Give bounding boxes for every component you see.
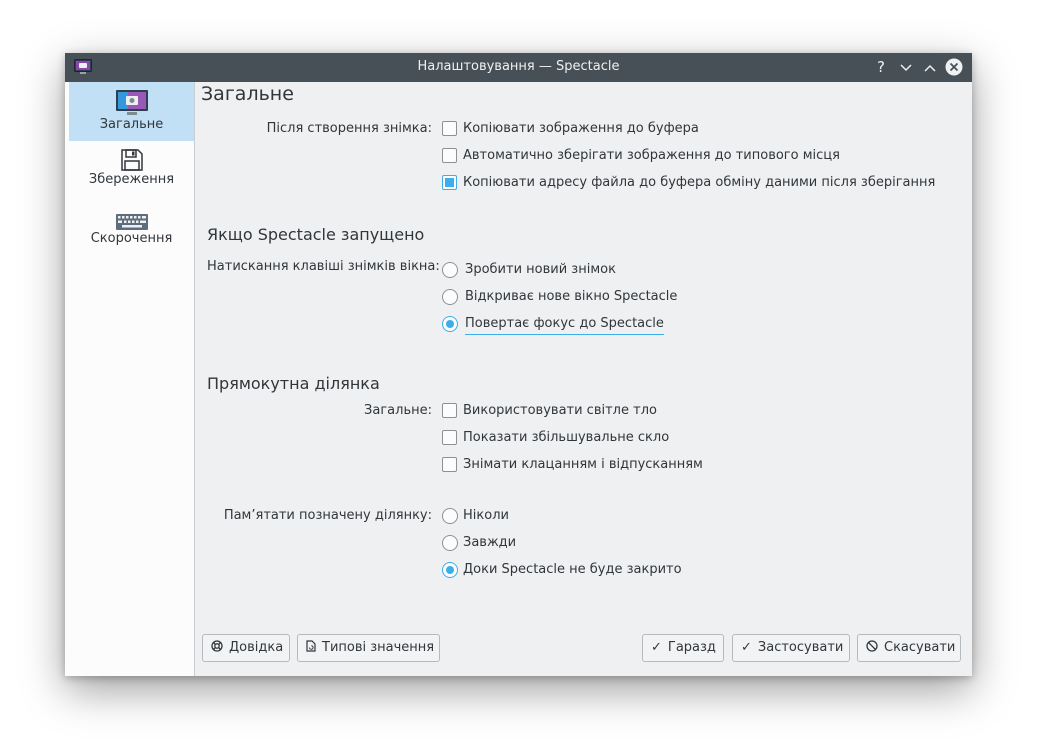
radio-circle[interactable] — [442, 316, 458, 332]
page-title: Загальне — [201, 83, 294, 105]
maximize-icon[interactable] — [920, 57, 940, 77]
checkmark-icon: ✓ — [741, 640, 752, 655]
sidebar-item-label: Збереження — [88, 172, 175, 187]
radio-circle[interactable] — [442, 562, 458, 578]
keyboard-icon — [115, 214, 148, 230]
help-button[interactable]: Довідка — [202, 634, 290, 662]
radio-circle[interactable] — [442, 289, 458, 305]
sidebar-item-saving[interactable]: Збереження — [69, 148, 194, 200]
checkbox-box[interactable] — [442, 403, 457, 418]
cancel-button[interactable]: Скасувати — [857, 634, 961, 662]
radio-circle[interactable] — [442, 262, 458, 278]
checkbox-box[interactable] — [442, 175, 457, 190]
title-bar[interactable]: Налаштовування — Spectacle ? — [65, 53, 972, 82]
sidebar-item-label: Скорочення — [90, 231, 173, 246]
defaults-button[interactable]: Типові значення — [297, 634, 440, 662]
document-reset-icon — [306, 635, 316, 661]
checkmark-icon: ✓ — [651, 640, 662, 655]
section-title-running: Якщо Spectacle запущено — [207, 225, 425, 244]
minimize-icon[interactable] — [896, 57, 916, 77]
floppy-disk-icon — [120, 149, 143, 171]
settings-window: Налаштовування — Spectacle ? Загальне Зб… — [65, 53, 972, 676]
window-title: Налаштовування — Spectacle — [417, 59, 620, 74]
checkbox-box[interactable] — [442, 457, 457, 472]
apply-button[interactable]: ✓ Застосувати — [732, 634, 850, 662]
checkbox-box[interactable] — [442, 121, 457, 136]
checkbox-box[interactable] — [442, 148, 457, 163]
help-icon[interactable]: ? — [871, 57, 891, 77]
sidebar-item-shortcuts[interactable]: Скорочення — [69, 213, 194, 265]
monitor-screenshot-icon — [115, 90, 148, 115]
rect-general-label: Загальне: — [364, 403, 432, 418]
close-icon[interactable] — [945, 58, 963, 76]
sidebar-item-label: Загальне — [99, 117, 164, 132]
lifebuoy-icon — [211, 635, 223, 661]
section-title-rect: Прямокутна ділянка — [207, 374, 380, 393]
remember-region-label: Пам’ятати позначену ділянку: — [223, 508, 432, 523]
radio-circle[interactable] — [442, 535, 458, 551]
cancel-icon — [866, 635, 878, 661]
after-capture-label: Після створення знімка: — [266, 121, 432, 136]
radio-circle[interactable] — [442, 508, 458, 524]
sidebar: Загальне Збереження Скорочення — [65, 82, 195, 676]
ok-button[interactable]: ✓ Гаразд — [642, 634, 724, 662]
checkbox-box[interactable] — [442, 430, 457, 445]
window-key-label: Натискання клавіші знімків вікна: — [207, 259, 440, 274]
sidebar-item-general[interactable]: Загальне — [69, 82, 194, 141]
